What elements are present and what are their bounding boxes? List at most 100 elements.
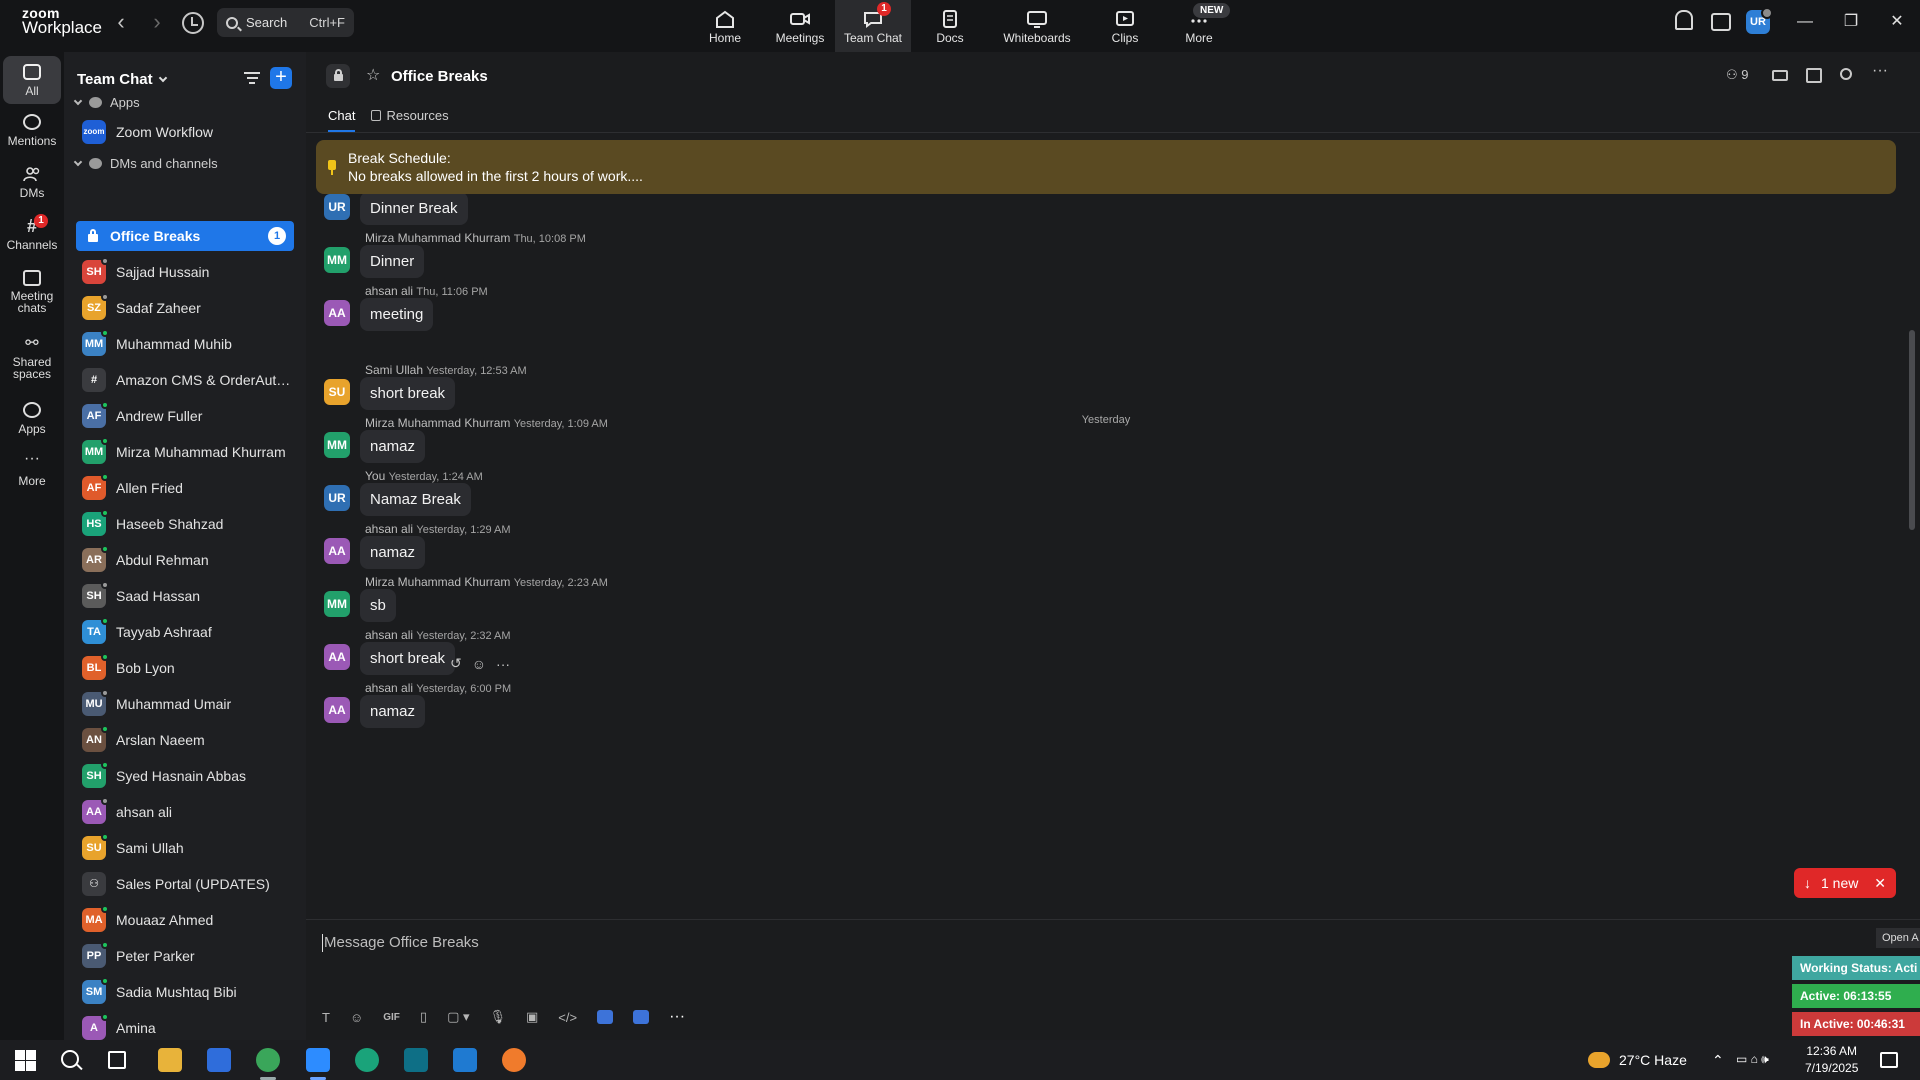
sidebar-item[interactable]: SM Sadia Mushtaq Bibi — [76, 977, 294, 1007]
forward-arrow-icon[interactable]: › — [146, 11, 168, 34]
tab-whiteboards[interactable]: Whiteboards — [997, 0, 1077, 52]
maximize-button[interactable]: ❐ — [1836, 12, 1866, 32]
search-icon[interactable] — [1840, 68, 1852, 80]
tab-clips[interactable]: Clips — [1085, 0, 1165, 52]
notifications-icon[interactable] — [1880, 1052, 1898, 1068]
message-bubble[interactable]: Dinner — [360, 245, 425, 278]
sidebar-item[interactable]: SH Saad Hassan — [76, 581, 294, 611]
tab-docs[interactable]: Docs — [910, 0, 990, 52]
file-icon[interactable]: ▯ — [420, 1009, 427, 1025]
rail-item-dms[interactable]: DMs — [3, 166, 61, 200]
store-icon[interactable] — [207, 1048, 231, 1072]
composer-placeholder[interactable]: Message Office Breaks — [324, 934, 479, 951]
channel-title[interactable]: Office Breaks — [391, 68, 488, 85]
message-bubble[interactable]: short break — [360, 642, 456, 675]
back-arrow-icon[interactable]: ‹ — [110, 11, 132, 34]
taskbar-search-icon[interactable] — [61, 1050, 79, 1068]
file-explorer-icon[interactable] — [158, 1048, 182, 1072]
message-bubble[interactable]: namaz — [360, 536, 426, 569]
sidebar-item[interactable]: AF Andrew Fuller — [76, 401, 294, 431]
task-view-icon[interactable] — [108, 1051, 126, 1069]
sender-name[interactable]: Sami Ullah — [365, 363, 423, 377]
screenshot-icon[interactable]: ▢ ▾ — [447, 1009, 469, 1025]
tab-home[interactable]: Home — [685, 0, 765, 52]
sidebar-item[interactable]: ⚇ Sales Portal (UPDATES) — [76, 869, 294, 899]
open-widget-button[interactable]: Open A — [1876, 928, 1920, 948]
sidebar-item[interactable]: PP Peter Parker — [76, 941, 294, 971]
sidebar-item[interactable]: AN Arslan Naeem — [76, 725, 294, 755]
avatar[interactable]: SU — [324, 379, 350, 405]
sidebar-item-office-breaks[interactable]: Office Breaks 1 — [76, 221, 294, 251]
new-chat-button[interactable]: + — [270, 67, 292, 89]
bell-icon[interactable] — [1675, 10, 1693, 30]
chevron-up-icon[interactable]: ⌃ — [1712, 1052, 1724, 1069]
sidebar-item[interactable]: HS Haseeb Shahzad — [76, 509, 294, 539]
app-icon[interactable] — [502, 1048, 526, 1072]
sidebar-item[interactable]: TA Tayyab Ashraaf — [76, 617, 294, 647]
user-avatar[interactable]: UR — [1746, 7, 1773, 34]
vscode-icon[interactable] — [453, 1048, 477, 1072]
more-options-icon[interactable]: ··· — [496, 656, 510, 672]
gif-button[interactable]: GIF — [383, 1012, 400, 1023]
sidebar-item[interactable]: AR Abdul Rehman — [76, 545, 294, 575]
minimize-button[interactable]: — — [1790, 12, 1820, 32]
sidebar-item-zoom-workflow[interactable]: zoom Zoom Workflow — [76, 117, 294, 147]
more-options-icon[interactable]: ··· — [1872, 62, 1888, 80]
filter-icon[interactable] — [244, 72, 260, 86]
message-bubble[interactable]: short break — [360, 377, 456, 410]
tab-chat[interactable]: Chat — [328, 108, 356, 132]
sidebar-item[interactable]: MU Muhammad Umair — [76, 689, 294, 719]
weather-text[interactable]: 27°C Haze — [1619, 1052, 1687, 1068]
close-button[interactable]: ✕ — [1882, 12, 1912, 32]
star-icon[interactable]: ☆ — [366, 65, 380, 85]
avatar[interactable]: MM — [324, 591, 350, 617]
new-messages-pill[interactable]: ↓ 1 new ✕ — [1794, 868, 1896, 898]
sidebar-item[interactable]: AF Allen Fried — [76, 473, 294, 503]
message-bubble[interactable]: Dinner Break — [360, 192, 468, 225]
members-button[interactable]: ⚇ 9 — [1726, 67, 1749, 83]
avatar[interactable]: AA — [324, 538, 350, 564]
pinned-message-banner[interactable]: Break Schedule: No breaks allowed in the… — [316, 140, 1896, 194]
video-call-icon[interactable] — [1772, 70, 1788, 81]
close-icon[interactable]: ✕ — [1874, 875, 1886, 892]
sidebar-item[interactable]: SH Sajjad Hussain — [76, 257, 294, 287]
avatar[interactable]: AA — [324, 644, 350, 670]
microphone-icon[interactable]: 🎙 — [489, 1009, 506, 1025]
message-bubble[interactable]: namaz — [360, 430, 426, 463]
windows-start-icon[interactable] — [13, 1048, 37, 1072]
app-icon[interactable] — [404, 1048, 428, 1072]
sender-name[interactable]: ahsan ali — [365, 284, 413, 298]
reply-icon[interactable]: ↺ — [450, 655, 462, 672]
message-bubble[interactable]: sb — [360, 589, 396, 622]
rail-item-apps[interactable]: Apps — [3, 402, 61, 436]
system-clock[interactable]: 12:36 AM 7/19/2025 — [1805, 1043, 1858, 1077]
sender-name[interactable]: Mirza Muhammad Khurram — [365, 575, 510, 589]
avatar[interactable]: AA — [324, 300, 350, 326]
avatar[interactable]: AA — [324, 697, 350, 723]
sidebar-item[interactable]: SH Syed Hasnain Abbas — [76, 761, 294, 791]
app-icon[interactable] — [597, 1010, 614, 1024]
avatar[interactable]: MM — [324, 432, 350, 458]
sidebar-item[interactable]: MM Muhammad Muhib — [76, 329, 294, 359]
rail-item-channels[interactable]: # Channels 1 — [3, 214, 61, 252]
rail-item-mentions[interactable]: Mentions — [3, 114, 61, 148]
sidebar-item[interactable]: BL Bob Lyon — [76, 653, 294, 683]
tab-team-chat[interactable]: Team Chat 1 — [835, 0, 911, 52]
avatar[interactable]: UR — [324, 485, 350, 511]
app-icon[interactable] — [633, 1010, 650, 1024]
sender-name[interactable]: ahsan ali — [365, 681, 413, 695]
rail-item-meeting-chats[interactable]: Meeting chats — [3, 270, 61, 314]
section-dms-and-channels[interactable]: DMs and channels — [73, 156, 218, 171]
tab-meetings[interactable]: Meetings — [760, 0, 840, 52]
app-icon[interactable] — [355, 1048, 379, 1072]
sender-name[interactable]: ahsan ali — [365, 522, 413, 536]
rail-item-shared-spaces[interactable]: ⚯ Shared spaces — [3, 336, 61, 381]
chrome-icon[interactable] — [256, 1048, 280, 1072]
video-message-icon[interactable]: ▣ — [526, 1009, 538, 1025]
section-apps[interactable]: Apps — [73, 95, 140, 110]
sidebar-item[interactable]: MM Mirza Muhammad Khurram — [76, 437, 294, 467]
sender-name[interactable]: ahsan ali — [365, 628, 413, 642]
code-snippet-icon[interactable]: </> — [558, 1010, 577, 1025]
calendar-icon[interactable] — [1806, 68, 1822, 83]
message-bubble[interactable]: meeting — [360, 298, 434, 331]
